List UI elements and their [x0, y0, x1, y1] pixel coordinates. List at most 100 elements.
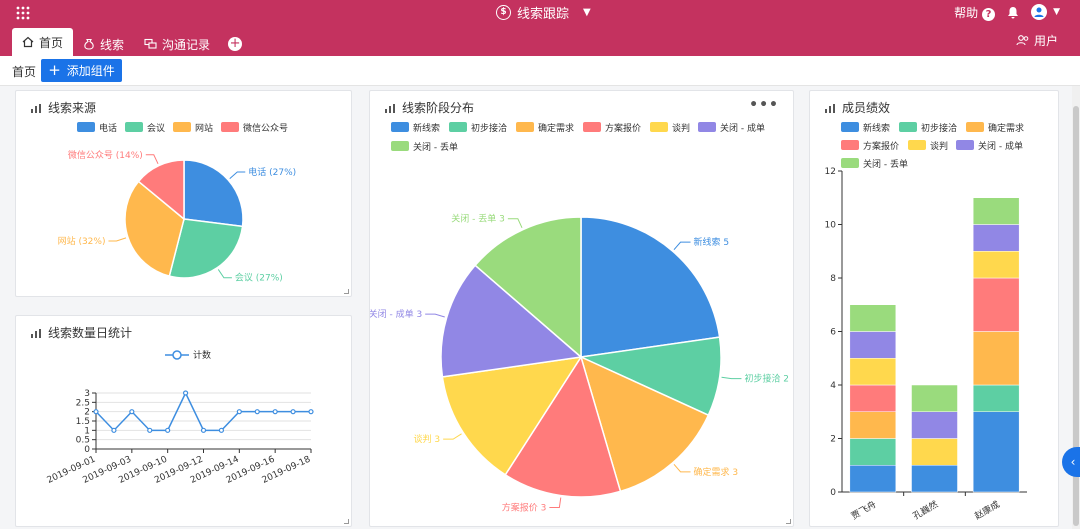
widget-lead-source: 线索来源 电话 会议 网站 微信公众号 电话 (27%) 会议 (27%) 网站 (32%)…	[15, 90, 352, 297]
legend-swatch	[449, 122, 467, 132]
chevron-left-icon: ‹	[1070, 455, 1076, 469]
pie-slice-label: 电话 (27%)	[248, 166, 296, 178]
pie-label-line	[673, 241, 691, 251]
legend-swatch	[583, 122, 601, 132]
pie-slice-label: 网站 (32%)	[58, 235, 106, 247]
y-tick-label: 2	[830, 435, 836, 445]
data-point	[236, 409, 242, 415]
legend-swatch	[77, 122, 95, 132]
y-tick-label: 0.5	[76, 436, 90, 446]
bar-segment	[911, 384, 958, 412]
pie-slice-label: 关闭 - 成单 3	[370, 308, 422, 320]
pie-label-line	[229, 171, 246, 180]
home-icon	[22, 36, 34, 48]
resize-handle[interactable]	[344, 519, 349, 524]
avatar	[1031, 4, 1048, 20]
tab-label: 首页	[39, 35, 64, 50]
legend-label: 计数	[193, 349, 211, 361]
app-grid-icon[interactable]	[16, 6, 30, 20]
tab-leads[interactable]: 线索	[73, 32, 134, 56]
user-icon	[1034, 7, 1044, 17]
plus-icon: +	[48, 61, 61, 79]
bar-segment	[849, 358, 897, 386]
data-point	[200, 427, 207, 433]
tab-bar: 首页 线索 沟通记录 +	[12, 28, 243, 56]
bar-segment	[911, 438, 958, 466]
x-tick-label: 赵康成	[972, 498, 1001, 522]
help-label: 帮助	[954, 5, 979, 20]
legend-swatch	[841, 140, 859, 150]
bar-segment	[849, 304, 897, 332]
top-bar: $ 线索跟踪 ▼ 帮助? ▼ 首页 线索 沟通记录 + 用户	[0, 0, 1080, 56]
legend-swatch	[650, 122, 668, 132]
add-tab-button[interactable]: +	[228, 37, 243, 51]
toolbar: 首页 + 添加组件	[0, 56, 1080, 86]
pie-label-line	[145, 154, 159, 165]
pie-slice-label: 微信公众号 (14%)	[68, 149, 143, 161]
help-link[interactable]: 帮助?	[954, 4, 996, 21]
bar-segment	[972, 224, 1020, 252]
data-point	[147, 427, 153, 433]
data-point	[290, 409, 296, 415]
resize-handle[interactable]	[786, 519, 791, 524]
legend-label: 初步接洽	[471, 122, 507, 134]
money-bag-icon	[84, 38, 94, 50]
legend-swatch	[908, 140, 926, 150]
data-point	[165, 427, 171, 433]
users-icon	[1016, 35, 1029, 46]
pie-slice-label: 谈判 3	[414, 433, 441, 445]
add-widget-button[interactable]: + 添加组件	[41, 59, 122, 82]
y-tick-label: 3	[84, 389, 90, 399]
y-tick-label: 4	[830, 381, 836, 391]
legend-swatch	[956, 140, 974, 150]
y-tick-label: 0	[830, 488, 836, 498]
app-title-menu[interactable]: $ 线索跟踪 ▼	[496, 3, 591, 22]
legend-swatch	[391, 141, 409, 151]
pie-slice-label: 关闭 - 丢单 3	[451, 213, 505, 225]
header-actions: 帮助? ▼	[954, 3, 1060, 21]
resize-handle[interactable]	[344, 289, 349, 294]
pie-label-line	[217, 269, 232, 279]
app-logo-icon: $	[496, 4, 511, 20]
bar-segment	[911, 411, 958, 439]
legend-label: 关闭 - 丢单	[863, 158, 908, 170]
user-menu[interactable]: ▼	[1031, 4, 1060, 20]
pie-label-line	[507, 218, 523, 229]
collapse-panel-button[interactable]: ‹	[1062, 447, 1080, 477]
chat-icon	[144, 38, 157, 49]
tab-home[interactable]: 首页	[12, 28, 74, 56]
y-tick-label: 12	[825, 167, 836, 177]
legend-swatch	[698, 122, 716, 132]
widget-lead-stage: 线索阶段分布 ••• 新线索 初步接洽 确定需求 方案报价 谈判 关闭 - 成单 关闭 - …	[369, 90, 794, 527]
pie-label-line	[721, 376, 742, 380]
y-tick-label: 8	[830, 274, 836, 284]
member-performance-bar-chart: 新线索 初步接洽 确定需求方案报价 谈判 关闭 - 成单关闭 - 丢单 0 2 4 6 8 10 12…	[825, 122, 1027, 522]
y-tick-label: 2	[84, 408, 90, 418]
legend-label: 电话	[99, 122, 117, 134]
bar-segment	[972, 251, 1020, 279]
widget-member-performance: 成员绩效 新线索 初步接洽 确定需求 方案报价 谈判 关闭 - 成单 关闭 - 丢单 0 2 4 6…	[809, 90, 1059, 527]
bar-segment	[849, 438, 897, 466]
users-link[interactable]: 用户	[1016, 32, 1058, 48]
breadcrumb: 首页	[12, 65, 37, 79]
users-label: 用户	[1033, 33, 1058, 48]
legend-label: 谈判	[672, 122, 690, 134]
legend-label: 确定需求	[988, 122, 1024, 134]
tab-communications[interactable]: 沟通记录	[134, 32, 220, 56]
tab-label: 沟通记录	[162, 37, 211, 52]
legend-label: 方案报价	[863, 140, 899, 152]
bar-segment	[972, 277, 1020, 332]
bar-segment	[849, 331, 897, 359]
legend-marker	[172, 350, 182, 360]
pie-slice	[183, 159, 244, 228]
bar-segment	[849, 465, 897, 493]
legend-label: 方案报价	[605, 122, 641, 134]
bell-icon[interactable]	[1007, 6, 1019, 19]
app-title: 线索跟踪	[517, 6, 570, 22]
pie-label-line	[425, 313, 445, 318]
y-tick-label: 6	[830, 328, 836, 338]
x-tick-label: 贾飞舟	[849, 498, 878, 522]
widget-daily-count: 线索数量日统计 计数 0 0.5 1 1.5 2 2.5 3 2019-09-01 2019-09…	[15, 315, 352, 527]
chevron-down-icon: ▼	[1053, 7, 1060, 17]
pie-slice-label: 会议 (27%)	[235, 272, 283, 284]
